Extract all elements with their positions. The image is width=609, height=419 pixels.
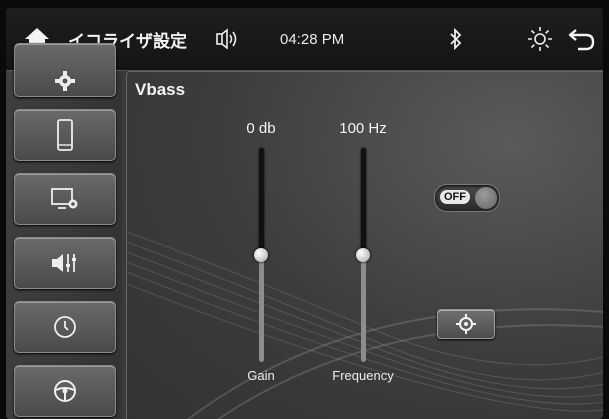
- toggle-knob: [475, 187, 497, 209]
- sidebar-item-clock[interactable]: [14, 301, 116, 353]
- gear-icon: [55, 71, 75, 91]
- back-button[interactable]: [564, 8, 598, 70]
- steering-wheel-icon: [54, 380, 76, 402]
- status-clock: 04:28 PM: [280, 30, 345, 48]
- phone-icon: [57, 119, 73, 151]
- sidebar-item-sound[interactable]: [14, 237, 116, 289]
- bluetooth-button[interactable]: [444, 8, 468, 70]
- bluetooth-icon: [450, 28, 462, 50]
- clock-icon: [54, 316, 76, 338]
- sidebar: [6, 43, 122, 419]
- toggle-state-label: OFF: [440, 190, 470, 204]
- frequency-track-lower: [361, 255, 366, 362]
- vbass-toggle[interactable]: OFF: [434, 184, 500, 212]
- gain-slider-thumb[interactable]: [254, 248, 268, 262]
- app-window: イコライザ設定 04:28 PM Vbass 0 db Gain 100 Hz …: [6, 8, 603, 419]
- gain-value: 0 db: [246, 120, 276, 137]
- frequency-slider-thumb[interactable]: [356, 248, 370, 262]
- speaker-icon: [216, 28, 237, 50]
- gain-track-upper: [259, 148, 264, 255]
- sidebar-item-display[interactable]: [14, 173, 116, 225]
- vbass-panel: Vbass 0 db Gain 100 Hz Frequency OFF: [126, 71, 603, 419]
- back-icon: [568, 29, 595, 51]
- frequency-track-upper: [361, 148, 366, 255]
- frequency-value: 100 Hz: [339, 120, 387, 137]
- sound-settings-icon: [52, 254, 76, 272]
- target-button[interactable]: [437, 309, 495, 339]
- sidebar-item-steering[interactable]: [14, 365, 116, 417]
- display-settings-icon: [51, 188, 78, 209]
- sidebar-item-phone[interactable]: [14, 109, 116, 161]
- gain-track-lower: [259, 255, 264, 362]
- panel-title: Vbass: [135, 80, 186, 99]
- sidebar-item-settings[interactable]: [14, 43, 116, 97]
- frequency-label: Frequency: [332, 368, 394, 383]
- gain-label: Gain: [247, 368, 275, 383]
- target-icon: [456, 314, 476, 334]
- brightness-button[interactable]: [524, 8, 556, 70]
- brightness-icon: [528, 27, 552, 51]
- volume-button[interactable]: [212, 8, 240, 70]
